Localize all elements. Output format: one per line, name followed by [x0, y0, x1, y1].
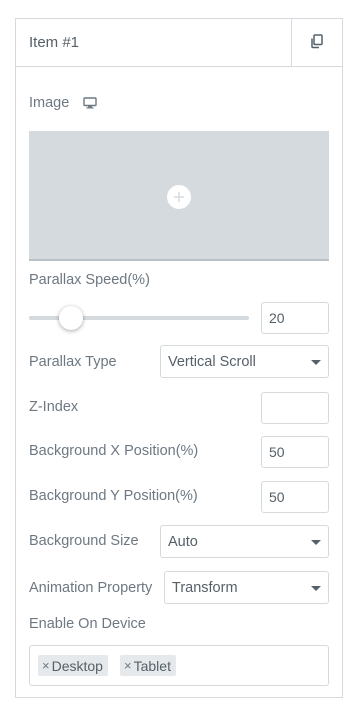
device-tags-input[interactable]: × Desktop × Tablet — [29, 645, 329, 686]
parallax-type-value: Vertical Scroll — [168, 354, 256, 370]
chevron-down-icon — [311, 360, 321, 365]
tag-label: Desktop — [51, 657, 103, 674]
animation-property-select[interactable]: Transform — [164, 571, 329, 604]
repeater-item-panel: Item #1 Image Parallax Speed(%) 20 Paral… — [15, 18, 343, 698]
duplicate-button[interactable] — [292, 19, 342, 67]
slider-thumb[interactable] — [58, 306, 83, 330]
parallax-speed-slider[interactable] — [29, 306, 249, 330]
image-label: Image — [29, 95, 70, 111]
parallax-speed-label: Parallax Speed(%) — [29, 272, 150, 288]
z-index-input[interactable] — [261, 392, 329, 424]
image-label-row: Image — [29, 95, 98, 111]
bg-size-value: Auto — [168, 534, 198, 550]
bg-y-input[interactable] — [261, 481, 329, 513]
item-header[interactable]: Item #1 — [16, 19, 342, 67]
bg-y-label: Background Y Position(%) — [29, 488, 198, 504]
close-icon[interactable]: × — [42, 658, 50, 673]
animation-property-value: Transform — [172, 580, 238, 596]
bg-x-label: Background X Position(%) — [29, 443, 199, 459]
enable-on-device-label: Enable On Device — [29, 616, 146, 632]
chevron-down-icon — [311, 586, 321, 591]
copy-icon — [310, 34, 324, 52]
animation-property-label: Animation Property — [29, 580, 153, 596]
bg-size-select[interactable]: Auto — [160, 525, 329, 558]
parallax-type-select[interactable]: Vertical Scroll — [160, 345, 329, 378]
parallax-speed-input[interactable] — [261, 302, 329, 334]
chevron-down-icon — [311, 540, 321, 545]
bg-x-input[interactable] — [261, 436, 329, 468]
image-placeholder[interactable] — [29, 131, 329, 261]
tag-label: Tablet — [133, 657, 171, 674]
plus-icon[interactable] — [167, 185, 191, 209]
parallax-type-label: Parallax Type — [29, 354, 117, 370]
tag-tablet: × Tablet — [120, 655, 176, 676]
monitor-icon[interactable] — [83, 97, 98, 109]
z-index-label: Z-Index — [29, 399, 79, 415]
item-title: Item #1 — [29, 34, 80, 51]
tag-desktop: × Desktop — [38, 655, 108, 676]
close-icon[interactable]: × — [124, 658, 132, 673]
bg-size-label: Background Size — [29, 533, 139, 549]
